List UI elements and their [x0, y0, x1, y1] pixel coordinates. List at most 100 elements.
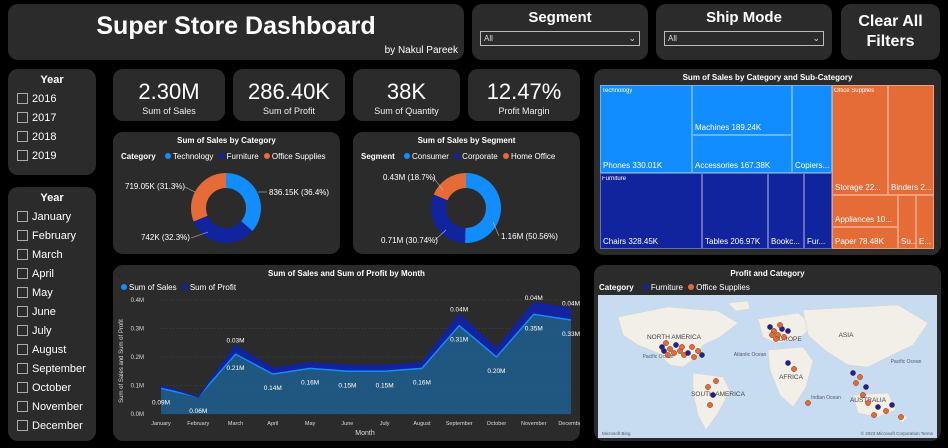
year-item[interactable]: 2018 [8, 127, 96, 146]
checkbox[interactable] [17, 249, 28, 260]
treemap-cell[interactable]: Storage 22... [832, 85, 888, 195]
treemap-cell[interactable]: Machines 189.24K [692, 85, 792, 135]
checkbox[interactable] [17, 382, 28, 393]
map-bubble[interactable] [769, 332, 775, 338]
map-bubble[interactable] [713, 378, 719, 384]
month-item[interactable]: March [8, 245, 96, 264]
month-item[interactable]: June [8, 302, 96, 321]
treemap-cell[interactable]: E... [916, 195, 934, 249]
checkbox[interactable] [17, 344, 28, 355]
checkbox[interactable] [17, 306, 28, 317]
map-bubble[interactable] [853, 380, 859, 386]
treemap-group-label: Office Supplies [834, 88, 875, 94]
treemap-cell[interactable]: Accessories 167.38K [692, 135, 792, 173]
year-item[interactable]: 2017 [8, 108, 96, 127]
treemap-cell[interactable]: Su... [898, 195, 916, 249]
treemap-cell[interactable]: Fur... [804, 173, 832, 249]
treemap-cell[interactable]: Tables 206.97K [702, 173, 768, 249]
month-item[interactable]: August [8, 340, 96, 359]
map-bubble[interactable] [661, 348, 667, 354]
sales-by-segment-chart[interactable]: Sum of Sales by Segment Segment Consumer… [353, 132, 580, 254]
month-item[interactable]: April [8, 264, 96, 283]
map-bubble[interactable] [699, 352, 705, 358]
month-item[interactable]: December [8, 416, 96, 435]
checkbox[interactable] [17, 325, 28, 336]
month-item[interactable]: February [8, 226, 96, 245]
map-bubble[interactable] [785, 328, 791, 334]
treemap-label: Accessories 167.38K [695, 161, 771, 170]
checkbox[interactable] [17, 131, 28, 142]
map-bubble[interactable] [667, 346, 673, 352]
checkbox[interactable] [17, 150, 28, 161]
map-bubble[interactable] [767, 324, 773, 330]
map-bubble[interactable] [871, 412, 877, 418]
map-bubble[interactable] [665, 352, 671, 358]
checkbox[interactable] [17, 268, 28, 279]
category-subcategory-treemap[interactable]: Sum of Sales by Category and Sub-Categor… [594, 69, 941, 255]
map-bubble[interactable] [663, 340, 669, 346]
world-map[interactable]: NORTH AMERICA EUROPEASIAAFRICASOUTH AMERI… [598, 295, 937, 438]
map-bubble[interactable] [889, 402, 895, 408]
month-item[interactable]: October [8, 378, 96, 397]
map-bubble[interactable] [685, 350, 691, 356]
month-item[interactable]: May [8, 283, 96, 302]
checkbox[interactable] [17, 112, 28, 123]
map-bubble[interactable] [705, 384, 711, 390]
map-bubble[interactable] [671, 350, 677, 356]
checkbox[interactable] [17, 363, 28, 374]
checkbox[interactable] [17, 230, 28, 241]
map-bubble[interactable] [710, 392, 716, 398]
clear-all-filters-button[interactable]: Clear All Filters [841, 4, 940, 60]
map-bubble[interactable] [785, 360, 791, 366]
treemap-cell[interactable]: Appliances 10... [832, 195, 898, 227]
month-item[interactable]: September [8, 359, 96, 378]
profit-category-map[interactable]: Profit and Category Category Furniture O… [594, 265, 941, 441]
year-item[interactable]: 2016 [8, 89, 96, 108]
map-bubble[interactable] [898, 414, 904, 420]
map-bubble[interactable] [691, 354, 697, 360]
segment-dropdown[interactable]: All ⌄ [480, 31, 640, 46]
checkbox[interactable] [17, 401, 28, 412]
donut-slice-technology[interactable] [226, 173, 261, 231]
checkbox[interactable] [17, 287, 28, 298]
map-bubble[interactable] [857, 374, 863, 380]
map-bubble[interactable] [707, 402, 713, 408]
donut-slice-home-office[interactable] [433, 173, 466, 201]
month-item[interactable]: July [8, 321, 96, 340]
treemap-cell[interactable]: Binders 2... [888, 85, 934, 195]
map-bubble[interactable] [679, 344, 685, 350]
donut-slice-consumer[interactable] [465, 173, 502, 243]
map-bubble[interactable] [860, 392, 866, 398]
month-item[interactable]: January [8, 207, 96, 226]
map-bubble[interactable] [791, 366, 797, 372]
donut-slice-office-supplies[interactable] [191, 173, 226, 222]
treemap-cell[interactable]: Phones 330.01K [600, 85, 692, 173]
year-item[interactable]: 2019 [8, 146, 96, 165]
chart-title: Profit and Category [730, 269, 805, 278]
month-item[interactable]: November [8, 397, 96, 416]
map-bubble[interactable] [781, 334, 787, 340]
checkbox[interactable] [17, 211, 28, 222]
data-label: 0.43M (18.7%) [383, 173, 436, 182]
map-bubble[interactable] [850, 370, 856, 376]
map-bubble[interactable] [883, 408, 889, 414]
map-bubble[interactable] [863, 384, 869, 390]
legend-title: Category [599, 283, 634, 292]
sales-by-category-chart[interactable]: Sum of Sales by Category Category Techno… [113, 132, 340, 254]
map-bubble[interactable] [673, 342, 679, 348]
map-bubble[interactable] [805, 400, 811, 406]
map-bubble[interactable] [865, 400, 871, 406]
treemap-cell[interactable]: Chairs 328.45K [600, 173, 702, 249]
ship-mode-dropdown[interactable]: All ⌄ [664, 31, 824, 46]
treemap-cell[interactable]: Copiers... [792, 85, 832, 173]
map-bubble[interactable] [695, 348, 701, 354]
map-bubble[interactable] [875, 404, 881, 410]
checkbox[interactable] [17, 93, 28, 104]
treemap-cell[interactable]: Bookc... [768, 173, 804, 249]
checkbox[interactable] [17, 420, 28, 431]
map-bubble[interactable] [773, 336, 779, 342]
map-bubble[interactable] [777, 322, 783, 328]
sales-profit-by-month-chart[interactable]: Sum of Sales and Sum of Profit by Month … [113, 265, 580, 441]
treemap-cell[interactable]: Paper 78.48K [832, 227, 898, 249]
map-bubble[interactable] [689, 344, 695, 350]
